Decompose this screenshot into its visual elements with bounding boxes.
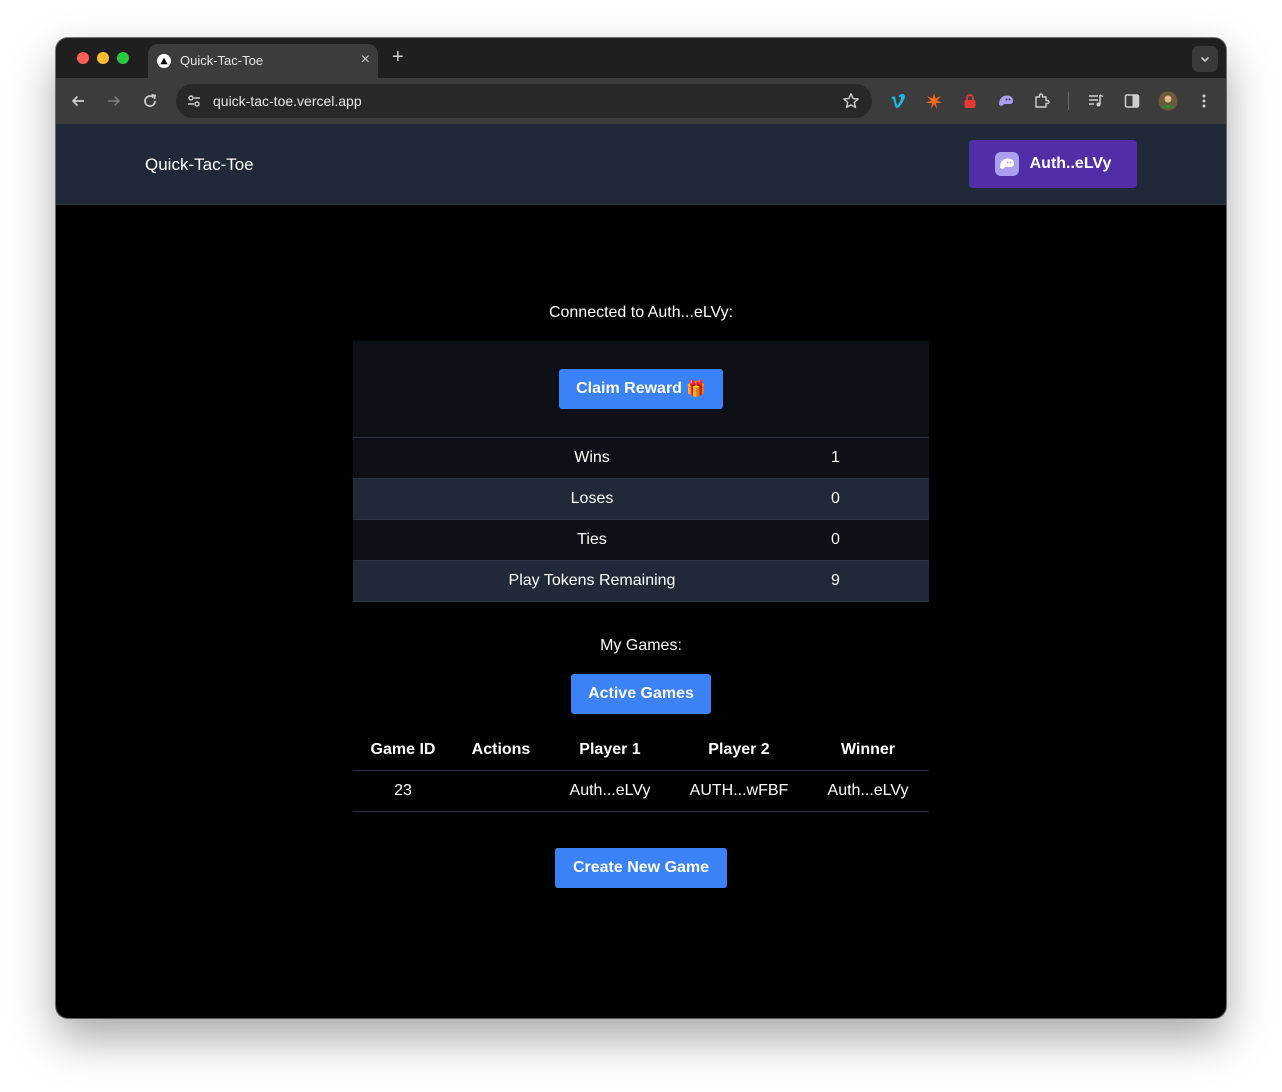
forward-arrow-icon[interactable]: [104, 91, 124, 111]
active-games-button[interactable]: Active Games: [571, 674, 711, 714]
browser-tab[interactable]: Quick-Tac-Toe ×: [148, 44, 378, 78]
table-header-row: Game ID Actions Player 1 Player 2 Winner: [353, 730, 929, 771]
close-tab-icon[interactable]: ×: [361, 51, 370, 69]
cell-game-id: 23: [394, 782, 412, 799]
app-header: Quick-Tac-Toe Auth..eLVy: [56, 124, 1226, 205]
media-queue-icon[interactable]: [1086, 91, 1106, 111]
claim-reward-label: Claim Reward: [576, 380, 682, 397]
browser-window: Quick-Tac-Toe × + quick-tac-toe.vercel.a…: [56, 38, 1226, 1018]
more-menu-icon[interactable]: [1194, 91, 1214, 111]
back-arrow-icon[interactable]: [68, 91, 88, 111]
games-table: Game ID Actions Player 1 Player 2 Winner…: [353, 730, 929, 812]
stat-row-loses: Loses 0: [353, 479, 929, 520]
vimeo-extension-icon[interactable]: [888, 91, 908, 111]
stat-value: 1: [831, 449, 840, 466]
new-tab-icon[interactable]: +: [392, 47, 404, 67]
brand-title[interactable]: Quick-Tac-Toe: [145, 155, 254, 175]
red-lock-extension-icon[interactable]: [960, 91, 980, 111]
cell-winner: Auth...eLVy: [827, 782, 909, 799]
wallet-button[interactable]: Auth..eLVy: [969, 140, 1137, 188]
stat-row-wins: Wins 1: [353, 438, 929, 479]
connected-status: Connected to Auth...eLVy:: [548, 304, 734, 321]
tab-strip: Quick-Tac-Toe × +: [56, 38, 1226, 78]
wallet-address-label: Auth..eLVy: [1029, 155, 1112, 172]
browser-toolbar: quick-tac-toe.vercel.app: [56, 78, 1226, 124]
cell-player-2: AUTH...wFBF: [689, 782, 789, 799]
bookmark-star-icon[interactable]: [842, 92, 860, 115]
reload-icon[interactable]: [140, 91, 160, 111]
column-header-player-1: Player 1: [579, 741, 641, 758]
minimize-window-button[interactable]: [97, 52, 109, 64]
stat-value: 0: [831, 531, 840, 548]
url-text: quick-tac-toe.vercel.app: [213, 93, 362, 109]
column-header-actions: Actions: [471, 741, 531, 758]
my-games-heading: My Games:: [600, 637, 682, 654]
gift-icon: 🎁: [685, 381, 706, 398]
claim-reward-row: Claim Reward 🎁: [353, 341, 929, 438]
phantom-extension-icon[interactable]: [996, 91, 1016, 111]
stat-label: Play Tokens Remaining: [508, 572, 676, 589]
profile-avatar-icon[interactable]: [1158, 91, 1178, 111]
tab-search-chevron-icon[interactable]: [1192, 46, 1218, 72]
stats-panel: Claim Reward 🎁 Wins 1 Loses 0 Ties 0 Pla…: [353, 341, 929, 602]
create-new-game-button[interactable]: Create New Game: [555, 848, 727, 888]
stat-value: 0: [831, 490, 840, 507]
column-header-winner: Winner: [840, 741, 896, 758]
phantom-wallet-icon: [994, 152, 1019, 176]
extensions-puzzle-icon[interactable]: [1032, 91, 1052, 111]
close-window-button[interactable]: [77, 52, 89, 64]
stat-label: Wins: [574, 449, 610, 466]
column-header-player-2: Player 2: [708, 741, 770, 758]
side-panel-icon[interactable]: [1122, 91, 1142, 111]
stat-label: Loses: [570, 490, 614, 507]
cell-player-1: Auth...eLVy: [569, 782, 651, 799]
maximize-window-button[interactable]: [117, 52, 129, 64]
stat-label: Ties: [577, 531, 607, 548]
site-settings-icon[interactable]: [186, 93, 202, 114]
stat-row-play-tokens: Play Tokens Remaining 9: [353, 561, 929, 602]
column-header-game-id: Game ID: [370, 741, 436, 758]
burst-extension-icon[interactable]: [924, 91, 944, 111]
table-row: 23 Auth...eLVy AUTH...wFBF Auth...eLVy: [353, 771, 929, 812]
triangle-favicon-icon: [157, 54, 171, 68]
claim-reward-button[interactable]: Claim Reward 🎁: [559, 369, 723, 409]
toolbar-divider: [1068, 92, 1069, 110]
stat-value: 9: [831, 572, 840, 589]
address-bar[interactable]: quick-tac-toe.vercel.app: [176, 84, 872, 118]
stat-row-ties: Ties 0: [353, 520, 929, 561]
tab-title: Quick-Tac-Toe: [180, 53, 264, 68]
